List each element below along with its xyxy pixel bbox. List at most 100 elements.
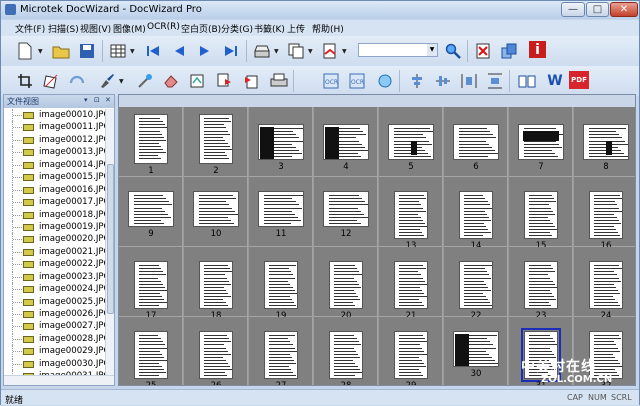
- file-item[interactable]: image00019.JPG: [4, 220, 105, 233]
- chevron-down-icon[interactable]: ▼: [119, 78, 124, 85]
- file-item[interactable]: image00026.JPG: [4, 308, 105, 320]
- page-thumbnail[interactable]: 14: [444, 177, 508, 251]
- open-folder-icon[interactable]: [51, 41, 71, 61]
- menu-bookmark[interactable]: 书籤(K): [254, 22, 285, 35]
- file-item[interactable]: image00027.JPG: [4, 320, 105, 333]
- file-item[interactable]: image00017.JPG: [4, 196, 105, 209]
- page-thumbnail[interactable]: 20: [314, 247, 378, 321]
- page-thumbnail[interactable]: 28: [314, 317, 378, 385]
- file-item[interactable]: image00022.JPG: [4, 258, 105, 271]
- panel-menu-icon[interactable]: ▾: [84, 96, 88, 104]
- chevron-down-icon[interactable]: ▼: [308, 48, 313, 55]
- close-button[interactable]: ✕: [610, 2, 638, 17]
- word-icon[interactable]: W: [545, 71, 565, 91]
- brush-icon[interactable]: [97, 71, 117, 91]
- page-thumbnail[interactable]: 21: [379, 247, 443, 321]
- save-icon[interactable]: [77, 41, 97, 61]
- maximize-button[interactable]: □: [586, 2, 609, 17]
- menu-view[interactable]: 视图(V): [80, 22, 111, 35]
- page-thumbnail[interactable]: 9: [119, 177, 183, 247]
- first-page-icon[interactable]: [143, 41, 163, 61]
- align-horizontal-icon[interactable]: [433, 71, 453, 91]
- info-icon[interactable]: i: [529, 41, 546, 58]
- previous-page-icon[interactable]: [169, 41, 189, 61]
- next-page-icon[interactable]: [195, 41, 215, 61]
- file-item[interactable]: image00029.JPG: [4, 345, 105, 358]
- chevron-down-icon[interactable]: ▼: [38, 48, 43, 55]
- eraser-icon[interactable]: [161, 71, 181, 91]
- page-thumbnail[interactable]: 10: [184, 177, 248, 247]
- menu-image[interactable]: 图像(M): [113, 22, 146, 35]
- file-item[interactable]: image00024.JPG: [4, 283, 105, 296]
- book-icon[interactable]: [517, 71, 537, 91]
- align-vertical-icon[interactable]: [407, 71, 427, 91]
- menu-file[interactable]: 文件(F): [15, 22, 45, 35]
- menu-blank-page[interactable]: 空白页(B): [181, 22, 221, 35]
- page-thumbnail[interactable]: 1: [119, 107, 183, 177]
- file-item[interactable]: image00025.JPG: [4, 295, 105, 308]
- page-thumbnail[interactable]: 25: [119, 317, 183, 385]
- page-thumbnail[interactable]: 22: [444, 247, 508, 321]
- rotate-icon[interactable]: [67, 71, 87, 91]
- ocr-icon[interactable]: OCR: [321, 71, 341, 91]
- vertical-scrollbar[interactable]: [105, 109, 114, 375]
- merge-icon[interactable]: [215, 71, 235, 91]
- search-icon[interactable]: [443, 41, 463, 61]
- page-thumbnail[interactable]: 23: [509, 247, 573, 321]
- chevron-down-icon[interactable]: ▼: [427, 44, 437, 56]
- file-item[interactable]: image00012.JPG: [4, 133, 105, 146]
- export-icon[interactable]: [320, 41, 340, 61]
- page-thumbnail[interactable]: 27: [249, 317, 313, 385]
- file-item[interactable]: image00020.JPG: [4, 233, 105, 246]
- file-item[interactable]: image00028.JPG: [4, 332, 105, 345]
- page-thumbnail[interactable]: 11: [249, 177, 313, 247]
- page-thumbnail[interactable]: 12: [314, 177, 378, 247]
- page-thumbnail[interactable]: 8: [574, 107, 635, 177]
- page-thumbnail[interactable]: 24: [574, 247, 635, 321]
- page-thumbnail[interactable]: 15: [509, 177, 573, 251]
- file-item[interactable]: image00018.JPG: [4, 208, 105, 221]
- file-item[interactable]: image00010.JPG: [4, 109, 105, 121]
- page-thumbnail[interactable]: 26: [184, 317, 248, 385]
- page-thumbnail[interactable]: 2: [184, 107, 248, 177]
- last-page-icon[interactable]: [221, 41, 241, 61]
- crop-icon[interactable]: [15, 71, 35, 91]
- magic-wand-icon[interactable]: [135, 71, 155, 91]
- chevron-down-icon[interactable]: ▼: [274, 48, 279, 55]
- file-item[interactable]: image00021.JPG: [4, 245, 105, 258]
- menu-help[interactable]: 帮助(H): [312, 22, 344, 35]
- page-thumbnail[interactable]: 7: [509, 107, 573, 177]
- file-item[interactable]: image00011.JPG: [4, 121, 105, 134]
- file-item[interactable]: image00030.JPG: [4, 357, 105, 370]
- page-thumbnail[interactable]: 29: [379, 317, 443, 385]
- menu-classify[interactable]: 分类(G): [221, 22, 253, 35]
- horizontal-scrollbar[interactable]: [4, 375, 114, 385]
- panel-pin-icon[interactable]: ⊡: [94, 96, 100, 104]
- new-document-icon[interactable]: [15, 41, 35, 61]
- page-thumbnail[interactable]: 19: [249, 247, 313, 321]
- chevron-down-icon[interactable]: ▼: [342, 48, 347, 55]
- scrollbar-thumb[interactable]: [107, 164, 114, 314]
- file-item[interactable]: image00023.JPG: [4, 270, 105, 283]
- page-thumbnail[interactable]: 6: [444, 107, 508, 177]
- deskew-icon[interactable]: [41, 71, 61, 91]
- page-thumbnail[interactable]: 18: [184, 247, 248, 321]
- file-item[interactable]: image00015.JPG: [4, 171, 105, 184]
- panel-close-icon[interactable]: ✕: [105, 96, 111, 104]
- chevron-down-icon[interactable]: ▼: [130, 48, 135, 55]
- minimize-button[interactable]: —: [561, 2, 585, 17]
- page-thumbnail[interactable]: 30: [444, 317, 508, 385]
- page-thumbnail[interactable]: 16: [574, 177, 635, 251]
- ocr-text-icon[interactable]: OCR: [347, 71, 367, 91]
- move-icon[interactable]: [499, 41, 519, 61]
- page-select[interactable]: ▼: [358, 43, 438, 57]
- page-thumbnail[interactable]: 5: [379, 107, 443, 177]
- page-thumbnail[interactable]: 4: [314, 107, 378, 177]
- stamp-icon[interactable]: [187, 71, 207, 91]
- menu-ocr[interactable]: OCR(R): [147, 22, 180, 32]
- file-item[interactable]: image00013.JPG: [4, 146, 105, 159]
- distribute-grid-icon[interactable]: [485, 71, 505, 91]
- print-icon[interactable]: [269, 71, 289, 91]
- ocr-zone-icon[interactable]: [375, 71, 395, 91]
- copy-icon[interactable]: [286, 41, 306, 61]
